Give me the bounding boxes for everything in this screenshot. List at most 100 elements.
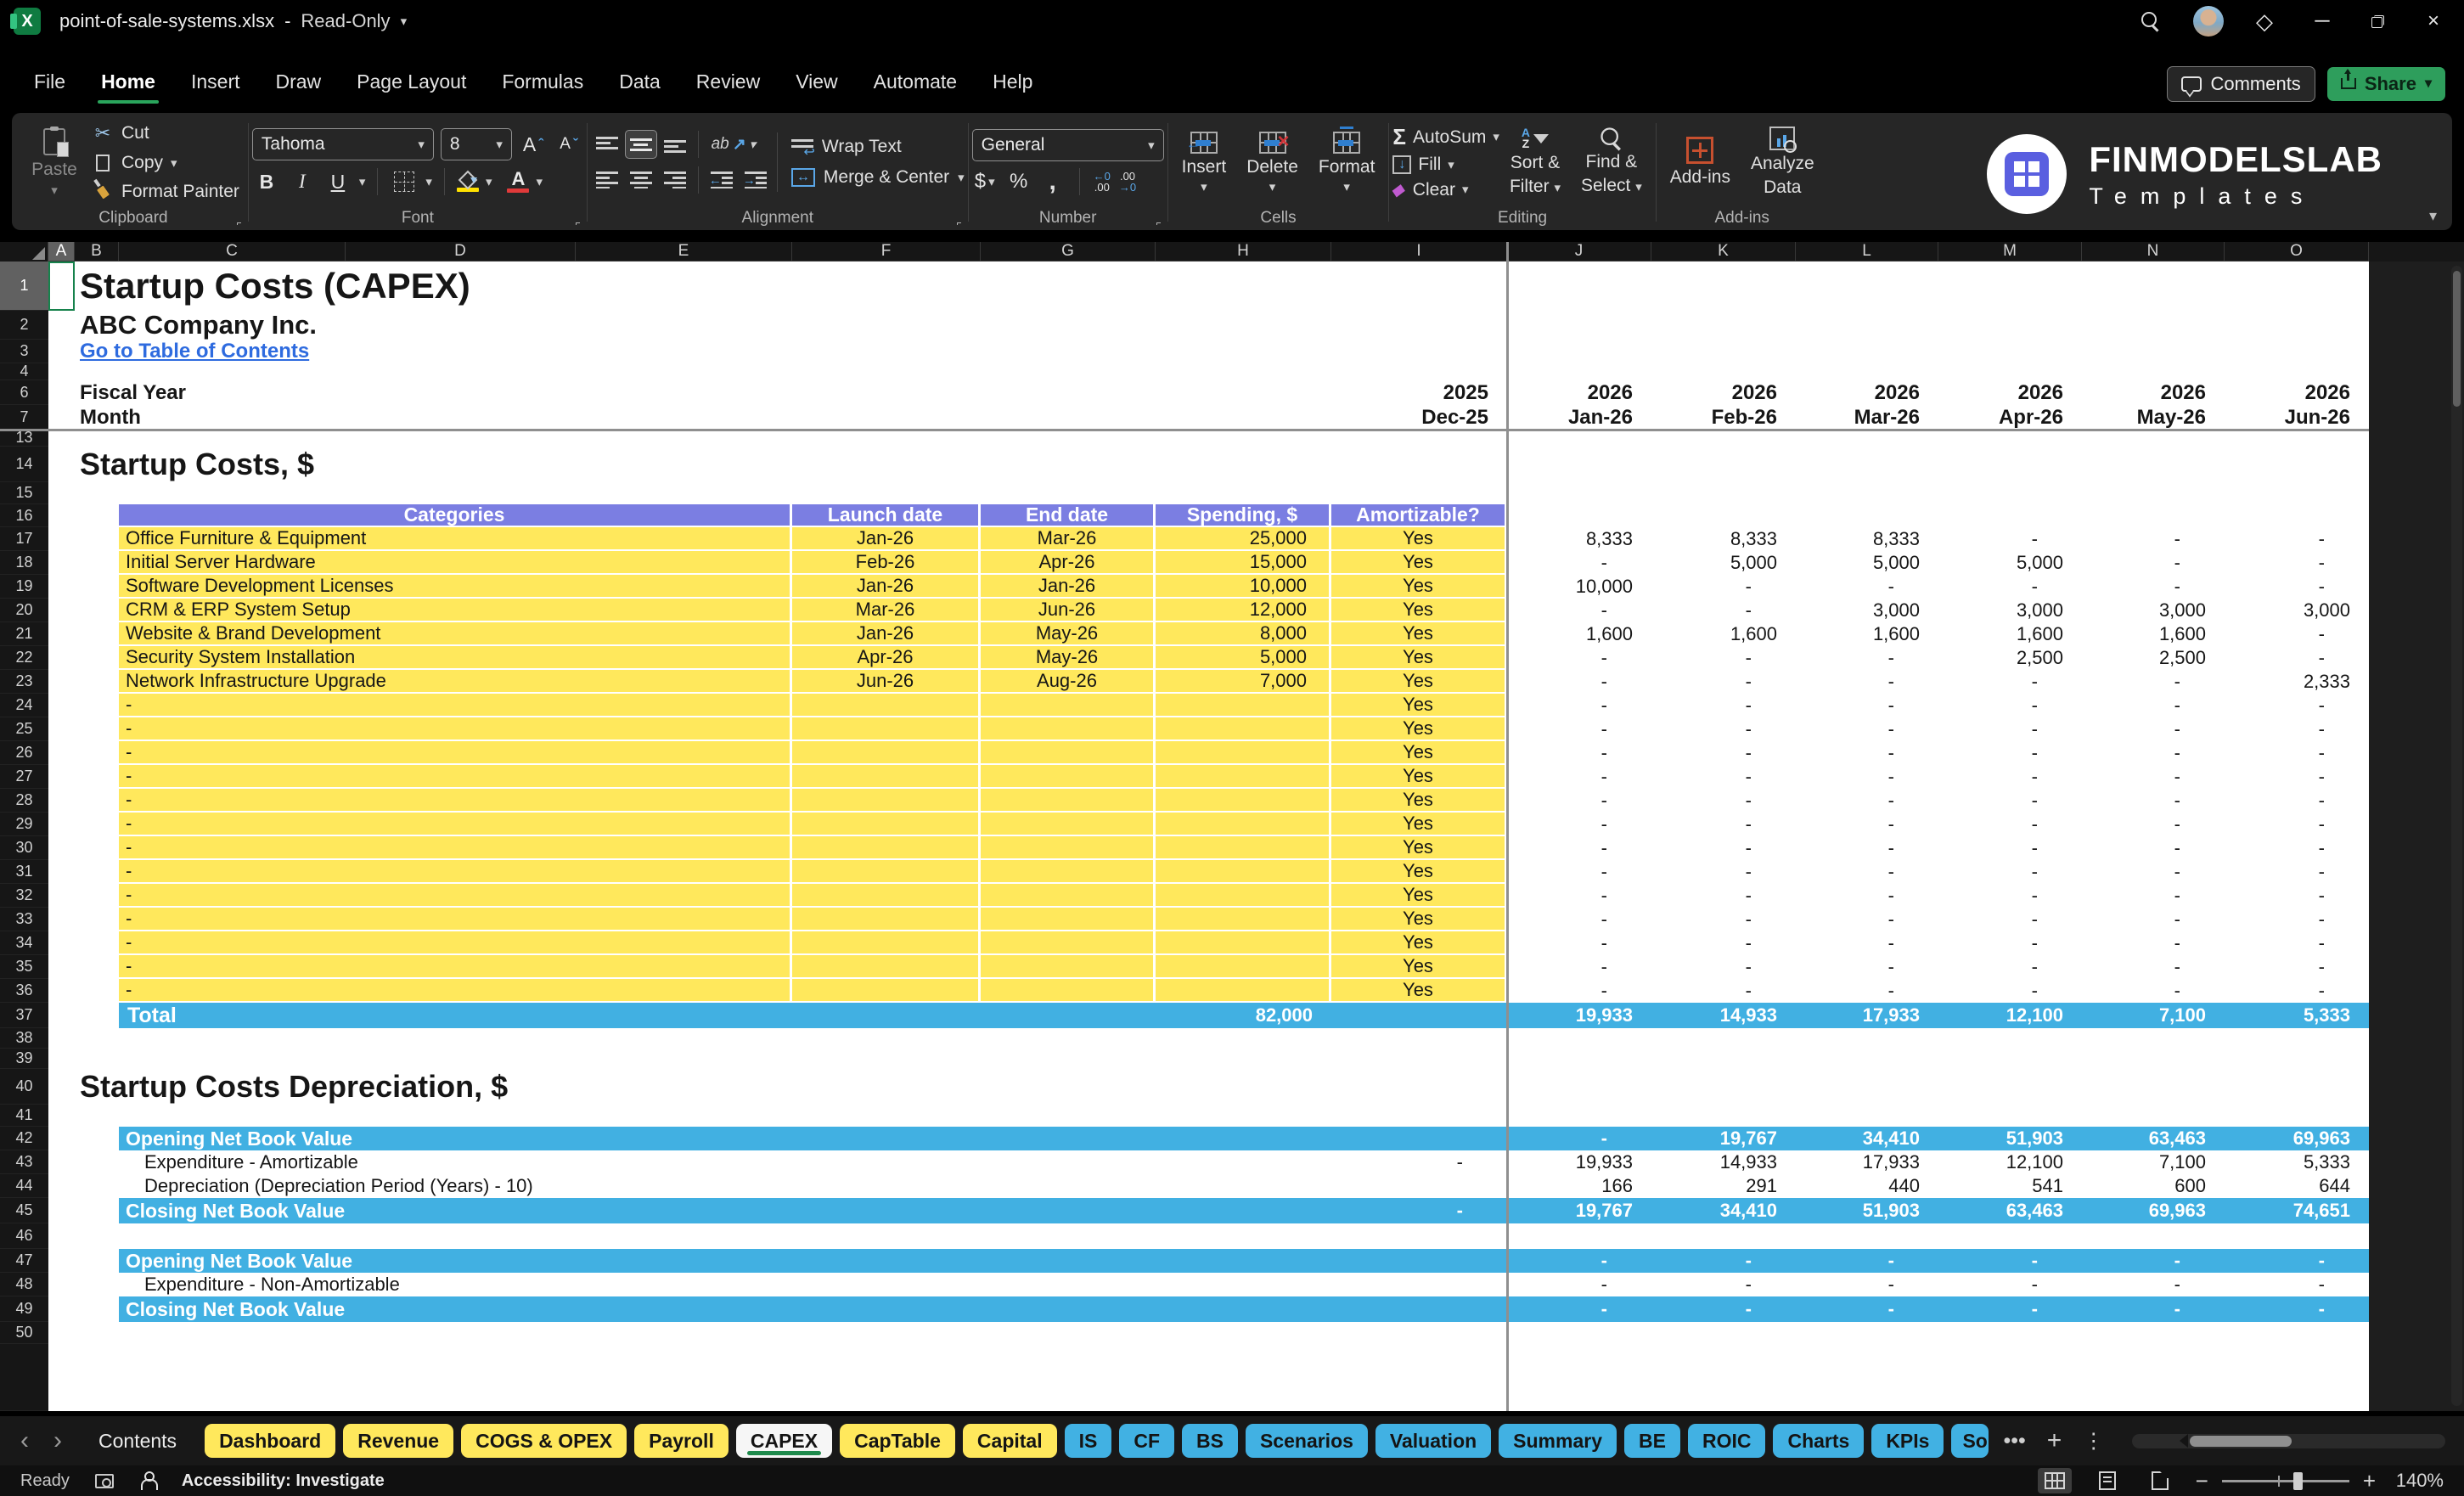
cell-M45[interactable]: 63,463 [1938,1198,2082,1223]
sheet-tab-summary[interactable]: Summary [1499,1424,1617,1458]
cell-I7[interactable]: Dec-25 [1331,405,1507,430]
cell-O33[interactable]: - [2225,908,2369,931]
shrink-font-button[interactable]: Aˇ [554,130,583,159]
row-header-34[interactable]: 34 [0,931,48,955]
copy-button[interactable]: Copy ▾ [87,149,245,175]
cell-K17[interactable]: 8,333 [1651,527,1796,551]
cell-C43[interactable]: Expenditure - Amortizable [119,1150,1331,1174]
cell-C28[interactable]: - [119,789,792,813]
cell-H20[interactable]: 12,000 [1156,599,1331,622]
cell-G25[interactable] [981,717,1156,741]
autosum-button[interactable]: Σ AutoSum ▾ [1392,124,1499,150]
bold-button[interactable]: B [252,167,281,196]
row-header-3[interactable]: 3 [0,340,48,363]
currency-button[interactable]: $ ▾ [972,168,998,195]
cell-K45[interactable]: 34,410 [1651,1198,1796,1223]
cell-I16[interactable]: Amortizable? [1331,503,1507,527]
cell-G18[interactable]: Apr-26 [981,551,1156,575]
cell-J24[interactable]: - [1507,694,1651,717]
cell-K26[interactable]: - [1651,741,1796,765]
cell-M17[interactable]: - [1938,527,2082,551]
cell-I42[interactable] [1331,1127,1507,1150]
menu-tab-help[interactable]: Help [977,62,1048,105]
comma-style-button[interactable]: , [1040,168,1066,195]
cell-G33[interactable] [981,908,1156,931]
normal-view-button[interactable] [2037,1468,2072,1493]
cell-H35[interactable] [1156,955,1331,979]
scroll-left-icon[interactable] [2180,1434,2189,1448]
horizontal-scrollbar[interactable] [2132,1433,2445,1448]
cell-N17[interactable]: - [2082,527,2225,551]
wrap-text-button[interactable]: Wrap Text [790,137,965,160]
menu-tab-review[interactable]: Review [681,62,775,105]
cell-H26[interactable] [1156,741,1331,765]
cell-M23[interactable]: - [1938,670,2082,694]
fill-color-button[interactable] [456,172,479,192]
cell-K49[interactable]: - [1651,1296,1796,1322]
cell-J30[interactable]: - [1507,836,1651,860]
cell-O45[interactable]: 74,651 [2225,1198,2369,1223]
cell-L34[interactable]: - [1796,931,1938,955]
cell-C21[interactable]: Website & Brand Development [119,622,792,646]
cell-G20[interactable]: Jun-26 [981,599,1156,622]
cell-I19[interactable]: Yes [1331,575,1507,599]
cell-I33[interactable]: Yes [1331,908,1507,931]
column-header-E[interactable]: E [576,242,792,262]
cell-N32[interactable]: - [2082,884,2225,908]
collapse-ribbon-icon[interactable]: ▾ [2429,207,2437,225]
cell-G21[interactable]: May-26 [981,622,1156,646]
cell-O29[interactable]: - [2225,813,2369,836]
row-header-6[interactable]: 6 [0,380,48,405]
cell-F36[interactable] [792,979,981,1003]
more-tabs-button[interactable]: ••• [1996,1429,2032,1454]
cell-M27[interactable]: - [1938,765,2082,789]
row-header-39[interactable]: 39 [0,1049,48,1069]
cell-J19[interactable]: 10,000 [1507,575,1651,599]
menu-tab-home[interactable]: Home [86,62,171,105]
merge-center-button[interactable]: ↔ Merge & Center ▾ [790,167,965,188]
row-header-31[interactable]: 31 [0,860,48,884]
cell-I17[interactable]: Yes [1331,527,1507,551]
increase-decimal-button[interactable]: ←0.00 [1094,171,1111,193]
cell-F23[interactable]: Jun-26 [792,670,981,694]
cell-L47[interactable]: - [1796,1249,1938,1273]
format-cells-button[interactable]: Format ▾ [1308,126,1386,194]
cell-N20[interactable]: 3,000 [2082,599,2225,622]
column-header-F[interactable]: F [792,242,981,262]
cell-B14[interactable]: Startup Costs, $ [75,447,576,482]
cell-H27[interactable] [1156,765,1331,789]
menu-tab-draw[interactable]: Draw [261,62,337,105]
cell-O47[interactable]: - [2225,1249,2369,1273]
column-header-N[interactable]: N [2082,242,2225,262]
sheet-tab-capex[interactable]: CAPEX [735,1424,833,1458]
cell-G29[interactable] [981,813,1156,836]
cell-H25[interactable] [1156,717,1331,741]
cell-N47[interactable]: - [2082,1249,2225,1273]
page-break-view-button[interactable] [2143,1468,2177,1493]
cell-M29[interactable]: - [1938,813,2082,836]
cell-O36[interactable]: - [2225,979,2369,1003]
cell-I18[interactable]: Yes [1331,551,1507,575]
cell-L35[interactable]: - [1796,955,1938,979]
cell-O35[interactable]: - [2225,955,2369,979]
row-header-17[interactable]: 17 [0,527,48,551]
cell-J49[interactable]: - [1507,1296,1651,1322]
menu-tab-automate[interactable]: Automate [858,62,972,105]
tabs-forward-icon[interactable]: › [45,1426,70,1455]
cell-M34[interactable]: - [1938,931,2082,955]
cell-L32[interactable]: - [1796,884,1938,908]
cell-H22[interactable]: 5,000 [1156,646,1331,670]
cell-H33[interactable] [1156,908,1331,931]
cell-L45[interactable]: 51,903 [1796,1198,1938,1223]
cell-L21[interactable]: 1,600 [1796,622,1938,646]
comments-button[interactable]: Comments [2167,65,2315,102]
cell-G26[interactable] [981,741,1156,765]
cell-F32[interactable] [792,884,981,908]
cell-I47[interactable] [1331,1249,1507,1273]
cell-M48[interactable]: - [1938,1273,2082,1296]
cell-I34[interactable]: Yes [1331,931,1507,955]
cell-O17[interactable]: - [2225,527,2369,551]
borders-button[interactable] [390,167,419,196]
cell-K33[interactable]: - [1651,908,1796,931]
row-header-42[interactable]: 42 [0,1127,48,1150]
